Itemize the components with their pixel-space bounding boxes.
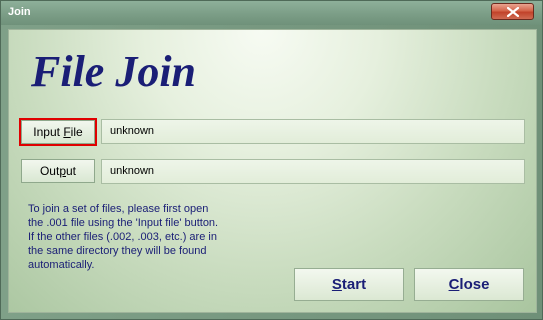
help-line: the .001 file using the 'Input file' but… [28, 217, 219, 229]
app-title: File Join [31, 47, 197, 96]
file-join-window: Join File Join Input File unknown Out p ut… [0, 0, 543, 320]
help-line: the same directory they will be found [28, 245, 207, 257]
start-button[interactable]: Start [294, 268, 404, 301]
close-label-accel: C [448, 276, 460, 293]
output-label-pre: Out [39, 164, 60, 178]
output-button[interactable]: Out p ut [21, 159, 95, 183]
window-close-button[interactable] [491, 3, 534, 20]
start-label-rest: tart [341, 276, 367, 293]
output-file-field[interactable]: unknown [101, 159, 525, 184]
close-icon [507, 7, 519, 17]
close-button[interactable]: Close [414, 268, 524, 301]
help-text: To join a set of files, please first ope… [28, 202, 268, 272]
close-label-rest: lose [459, 276, 490, 293]
output-label-post: ut [66, 164, 77, 178]
input-file-label-pre: Input [33, 125, 64, 139]
input-file-label-accel: F [63, 125, 71, 139]
input-file-label-post: ile [70, 125, 83, 139]
start-label-accel: S [331, 276, 342, 293]
input-file-field[interactable]: unknown [101, 119, 525, 144]
dialog-body: File Join Input File unknown Out p ut unkn… [8, 29, 537, 313]
help-line: If the other files (.002, .003, etc.) ar… [28, 231, 217, 243]
title-bar[interactable]: Join [1, 1, 542, 25]
output-label-accel: p [59, 164, 66, 178]
help-line: automatically. [28, 259, 95, 271]
window-title: Join [8, 6, 31, 18]
help-line: To join a set of files, please first ope… [28, 203, 209, 215]
input-file-button[interactable]: Input File [19, 118, 97, 146]
